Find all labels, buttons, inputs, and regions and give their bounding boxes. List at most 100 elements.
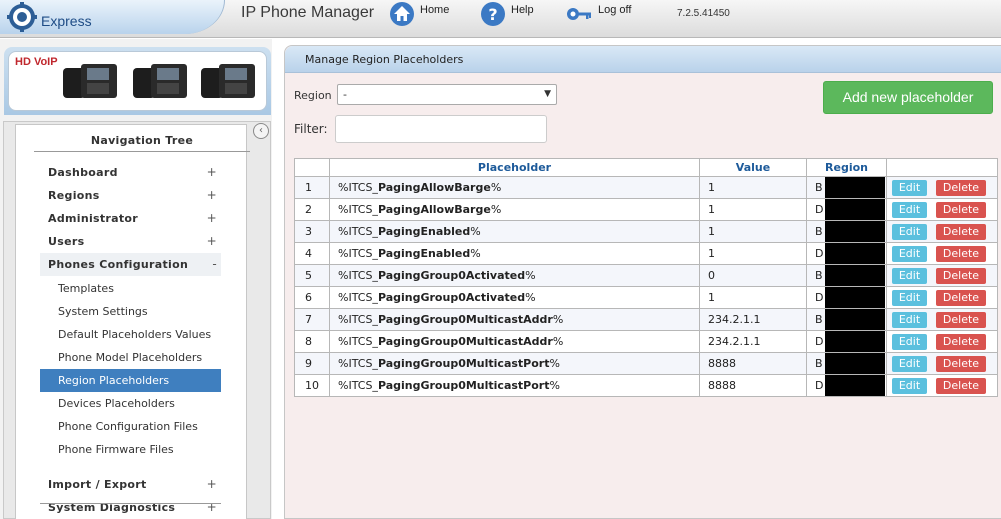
expand-icon[interactable]: + <box>207 161 217 184</box>
edit-button[interactable]: Edit <box>892 245 927 262</box>
chevron-down-icon: ▼ <box>544 89 551 99</box>
navigation-panel: Navigation Tree Dashboard + Regions + Admini… <box>3 121 271 519</box>
region-select[interactable]: - ▼ <box>337 84 557 105</box>
logoff-button[interactable]: Log off <box>565 0 631 30</box>
nav-item-import-export[interactable]: Import / Export + <box>40 473 221 496</box>
nav-item-label: Devices Placeholders <box>58 397 175 410</box>
delete-button[interactable]: Delete <box>936 267 986 284</box>
edit-button[interactable]: Edit <box>892 377 927 394</box>
nav-item-phone-configuration-files[interactable]: Phone Configuration Files <box>40 415 221 438</box>
redacted-block <box>825 199 885 220</box>
edit-button[interactable]: Edit <box>892 201 927 218</box>
delete-button[interactable]: Delete <box>936 179 986 196</box>
nav-item-administrator[interactable]: Administrator + <box>40 207 221 230</box>
column-header-placeholder[interactable]: Placeholder <box>329 158 700 177</box>
placeholder-name: PagingEnabled <box>377 247 471 260</box>
placeholder-suffix: % <box>552 313 564 326</box>
filter-input[interactable] <box>335 115 547 143</box>
nav-item-system-settings[interactable]: System Settings <box>40 300 221 323</box>
region-select-value: - <box>343 88 347 101</box>
placeholder-cell: %ITCS_PagingGroup0Activated% <box>329 264 700 287</box>
add-placeholder-button[interactable]: Add new placeholder <box>823 81 993 114</box>
actions-cell: Edit Delete <box>886 176 998 199</box>
edit-button[interactable]: Edit <box>892 179 927 196</box>
nav-item-label: Import / Export <box>48 478 147 491</box>
nav-item-phone-model-placeholders[interactable]: Phone Model Placeholders <box>40 346 221 369</box>
delete-button[interactable]: Delete <box>936 377 986 394</box>
column-header-region[interactable]: Region <box>806 158 887 177</box>
nav-item-label: Templates <box>58 282 114 295</box>
delete-button[interactable]: Delete <box>936 201 986 218</box>
home-icon <box>390 2 414 26</box>
column-header-value[interactable]: Value <box>699 158 807 177</box>
top-bar: Express IP Phone Manager Home ? Help Log… <box>0 0 1001 38</box>
placeholder-suffix: % <box>552 335 564 348</box>
delete-button[interactable]: Delete <box>936 245 986 262</box>
nav-item-regions[interactable]: Regions + <box>40 184 221 207</box>
edit-button[interactable]: Edit <box>892 333 927 350</box>
nav-item-users[interactable]: Users + <box>40 230 221 253</box>
expand-icon[interactable]: + <box>207 184 217 207</box>
delete-button[interactable]: Delete <box>936 355 986 372</box>
delete-button[interactable]: Delete <box>936 289 986 306</box>
edit-button[interactable]: Edit <box>892 355 927 372</box>
redacted-block <box>825 177 885 198</box>
placeholder-prefix: %ITCS_ <box>338 203 378 216</box>
svg-text:?: ? <box>488 5 497 24</box>
expand-icon[interactable]: + <box>207 207 217 230</box>
nav-item-region-placeholders[interactable]: Region Placeholders <box>40 369 221 392</box>
nav-item-label: Dashboard <box>48 166 118 179</box>
region-cell: D <box>806 242 887 265</box>
region-label: Region <box>294 89 332 102</box>
delete-button[interactable]: Delete <box>936 333 986 350</box>
value-cell: 234.2.1.1 <box>699 330 807 353</box>
region-initial: B <box>815 269 823 282</box>
edit-button[interactable]: Edit <box>892 289 927 306</box>
row-index: 2 <box>294 198 330 221</box>
collapse-icon[interactable]: - <box>212 253 217 276</box>
placeholder-prefix: %ITCS_ <box>338 181 378 194</box>
actions-cell: Edit Delete <box>886 330 998 353</box>
region-cell: D <box>806 286 887 309</box>
collapse-sidebar-button[interactable]: ‹ <box>253 123 269 139</box>
expand-icon[interactable]: + <box>207 473 217 496</box>
placeholder-name: PagingGroup0MulticastAddr <box>377 335 553 348</box>
row-index: 9 <box>294 352 330 375</box>
region-initial: D <box>815 379 824 392</box>
table-row: 7 %ITCS_PagingGroup0MulticastAddr% 234.2.1… <box>294 308 998 331</box>
actions-cell: Edit Delete <box>886 308 998 331</box>
expand-icon[interactable]: + <box>207 496 217 519</box>
nav-item-dashboard[interactable]: Dashboard + <box>40 161 221 184</box>
nav-item-default-placeholders-values[interactable]: Default Placeholders Values <box>40 323 221 346</box>
region-cell: D <box>806 374 887 397</box>
nav-item-templates[interactable]: Templates <box>40 277 221 300</box>
nav-item-phone-firmware-files[interactable]: Phone Firmware Files <box>40 438 221 461</box>
placeholder-name: PagingGroup0MulticastPort <box>377 379 550 392</box>
delete-button[interactable]: Delete <box>936 223 986 240</box>
nav-item-label: Region Placeholders <box>58 374 170 387</box>
key-icon <box>567 8 591 20</box>
table-row: 6 %ITCS_PagingGroup0Activated% 1 D Edit Delet… <box>294 286 998 309</box>
nav-item-label: Phone Firmware Files <box>58 443 174 456</box>
placeholder-prefix: %ITCS_ <box>338 291 378 304</box>
edit-button[interactable]: Edit <box>892 311 927 328</box>
redacted-block <box>825 353 885 374</box>
placeholder-suffix: % <box>525 269 536 282</box>
nav-item-system-diagnostics[interactable]: System Diagnostics + <box>40 496 221 519</box>
table-row: 4 %ITCS_PagingEnabled% 1 D Edit Delete <box>294 242 998 265</box>
nav-item-devices-placeholders[interactable]: Devices Placeholders <box>40 392 221 415</box>
row-index: 3 <box>294 220 330 243</box>
redacted-block <box>825 287 885 308</box>
home-button[interactable]: Home <box>389 0 449 30</box>
nav-item-phones-configuration[interactable]: Phones Configuration - <box>40 253 221 276</box>
region-cell: B <box>806 220 887 243</box>
expand-icon[interactable]: + <box>207 230 217 253</box>
nav-item-label: Users <box>48 235 85 248</box>
help-button[interactable]: ? Help <box>480 0 534 30</box>
value-cell: 1 <box>699 286 807 309</box>
value-cell: 1 <box>699 176 807 199</box>
desk-phone-image <box>63 64 117 98</box>
edit-button[interactable]: Edit <box>892 267 927 284</box>
edit-button[interactable]: Edit <box>892 223 927 240</box>
delete-button[interactable]: Delete <box>936 311 986 328</box>
